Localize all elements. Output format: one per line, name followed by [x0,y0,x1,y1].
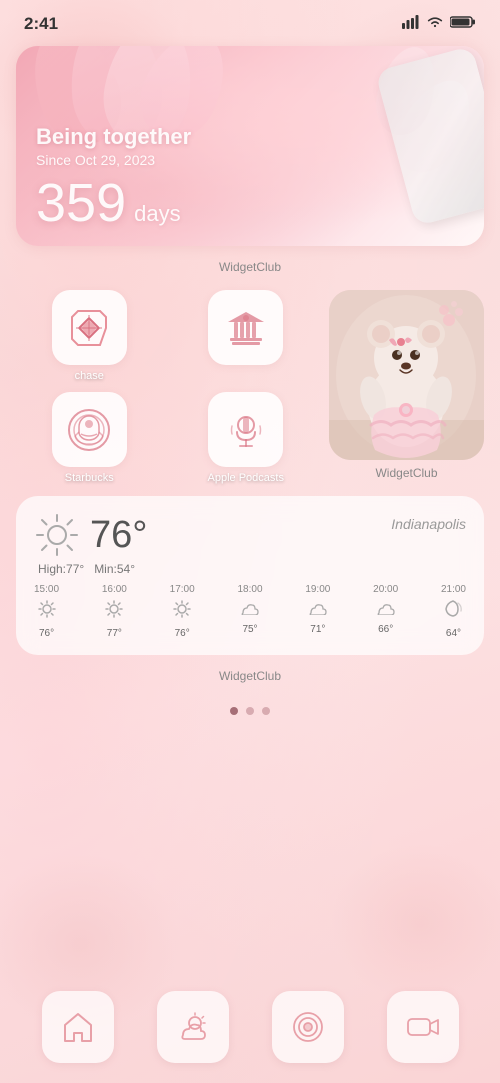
love-days-label: days [134,201,180,227]
app-podcasts[interactable]: Apple Podcasts [173,392,320,484]
love-title: Being together [36,124,191,150]
hourly-item-4: 19:00 71° [305,584,330,639]
app-starbucks[interactable]: Starbucks [16,392,163,484]
dock-target[interactable] [272,991,344,1063]
dock-home[interactable] [42,991,114,1063]
love-count: 359 [36,176,126,230]
hourly-item-2: 17:00 76° [170,584,195,639]
app-bank[interactable] [173,290,320,382]
hourly-icon-2 [172,599,192,624]
love-widget-text: Being together Since Oct 29, 2023 359 da… [36,124,191,230]
starbucks-label: Starbucks [65,472,114,484]
starbucks-icon-bg [52,392,127,467]
love-days: 359 days [36,176,191,230]
hourly-temp-1: 77° [107,628,122,639]
hourly-temp-6: 64° [446,628,461,639]
hourly-icon-1 [104,599,124,624]
podcasts-icon-bg [208,392,283,467]
hourly-icon-6 [444,599,462,624]
status-bar: 2:41 [0,0,500,40]
status-time: 2:41 [24,14,58,34]
hourly-temp-5: 66° [378,624,393,635]
chase-label: chase [75,370,104,382]
page-dot-1[interactable] [230,707,238,715]
signal-icon [402,15,420,34]
main-area: Being together Since Oct 29, 2023 359 da… [0,40,500,983]
love-subtitle: Since Oct 29, 2023 [36,152,191,168]
hourly-icon-4 [307,599,329,620]
hourly-time-0: 15:00 [34,584,59,595]
dock-camera[interactable] [387,991,459,1063]
podcasts-label: Apple Podcasts [208,472,284,484]
hourly-item-1: 16:00 77° [102,584,127,639]
hourly-item-5: 20:00 66° [373,584,398,639]
status-icons [402,15,476,34]
love-widget[interactable]: Being together Since Oct 29, 2023 359 da… [16,46,484,246]
hourly-icon-5 [375,599,397,620]
page-dots [16,699,484,723]
weather-city: Indianapolis [391,516,466,532]
weather-hourly: 15:00 76° 16:00 77° 17:00 [34,584,466,639]
weather-temp: 76° [90,514,147,557]
weather-city-info: Indianapolis [391,512,466,532]
weather-details: High:77° Min:54° [38,562,466,576]
love-widget-attribution: WidgetClub [16,258,484,278]
app-chase[interactable]: chase [16,290,163,382]
hourly-time-6: 21:00 [441,584,466,595]
hourly-item-3: 18:00 75° [237,584,262,639]
apps-section: chase [16,290,484,484]
weather-min: Min:54° [94,562,135,576]
dock-weather[interactable] [157,991,229,1063]
wifi-icon [426,15,444,34]
hourly-item-0: 15:00 76° [34,584,59,639]
photo-widget-attribution: WidgetClub [375,464,437,484]
apps-grid: chase [16,290,319,484]
weather-high: High:77° [38,562,84,576]
dock [0,983,500,1083]
hourly-item-6: 21:00 64° [441,584,466,639]
hourly-time-3: 18:00 [237,584,262,595]
weather-sun-icon [34,512,80,558]
page-dot-2[interactable] [246,707,254,715]
photo-widget[interactable] [329,290,484,460]
hourly-temp-0: 76° [39,628,54,639]
hourly-time-5: 20:00 [373,584,398,595]
page-dot-3[interactable] [262,707,270,715]
hourly-time-4: 19:00 [305,584,330,595]
hourly-temp-4: 71° [310,624,325,635]
hourly-time-2: 17:00 [170,584,195,595]
hourly-temp-2: 76° [175,628,190,639]
weather-widget[interactable]: 76° Indianapolis High:77° Min:54° 15:00 [16,496,484,655]
weather-left: 76° [34,512,147,558]
battery-icon [450,15,476,34]
bank-icon-bg [208,290,283,365]
hourly-time-1: 16:00 [102,584,127,595]
chase-icon-bg [52,290,127,365]
hourly-icon-0 [37,599,57,624]
hourly-temp-3: 75° [242,624,257,635]
weather-widget-attribution: WidgetClub [16,667,484,687]
weather-main-row: 76° Indianapolis [34,512,466,558]
hourly-icon-3 [239,599,261,620]
